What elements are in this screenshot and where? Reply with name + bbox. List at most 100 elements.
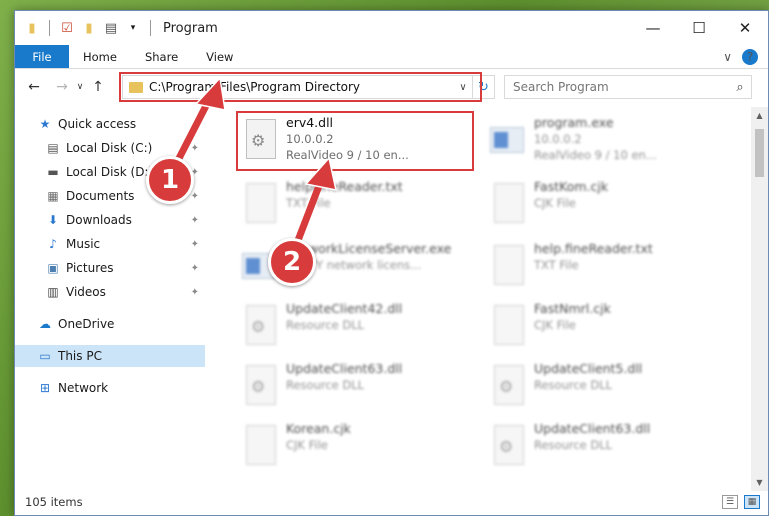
window-controls: — ☐ ✕ (630, 11, 768, 45)
close-button[interactable]: ✕ (722, 11, 768, 45)
file-item[interactable]: Korean.cjk CJK File (236, 419, 476, 479)
file-explorer-window: ▮ ☑ ▮ ▤ ▾ Program — ☐ ✕ File Home Share … (14, 10, 769, 516)
expand-ribbon-icon[interactable]: ∨ (723, 50, 732, 64)
window-title: Program (163, 20, 218, 36)
address-dropdown-icon[interactable]: ∨ (454, 82, 472, 93)
documents-icon: ▦ (47, 189, 59, 203)
recent-locations-button[interactable]: ∨ (73, 76, 87, 98)
sidebar-item-pictures[interactable]: ▣ Pictures ✦ (15, 257, 205, 279)
file-item[interactable]: ⚙ UpdateClient63.dll Resource DLL (484, 419, 724, 479)
pin-icon: ✦ (190, 286, 199, 298)
scroll-up-icon[interactable]: ▲ (751, 107, 768, 124)
pin-icon: ✦ (190, 262, 199, 274)
details-view-icon[interactable]: ☰ (722, 495, 738, 509)
drive-icon: ▬ (47, 165, 59, 179)
title-bar: ▮ ☑ ▮ ▤ ▾ Program — ☐ ✕ (15, 11, 768, 45)
status-bar: 105 items ☰ ▦ (15, 489, 768, 515)
tab-share[interactable]: Share (131, 45, 192, 68)
file-type: CJK File (534, 318, 576, 332)
file-item[interactable]: FastKom.cjk CJK File (484, 177, 724, 237)
file-type: CJK File (534, 196, 576, 210)
ribbon-tabs: File Home Share View ∨ ? (15, 45, 768, 69)
sidebar-item-label: Network (58, 381, 109, 395)
document-icon (242, 183, 278, 227)
download-icon: ⬇ (47, 213, 59, 227)
sidebar-item-downloads[interactable]: ⬇ Downloads ✦ (15, 209, 205, 231)
back-button[interactable]: ← (23, 76, 45, 98)
file-item[interactable]: program.exe 10.0.0.2 RealVideo 9 / 10 en… (484, 113, 724, 173)
tab-view[interactable]: View (192, 45, 247, 68)
refresh-icon[interactable]: ↻ (472, 76, 494, 98)
file-type: Resource DLL (534, 378, 613, 392)
quick-access-toolbar: ▮ ☑ ▮ ▤ ▾ (23, 19, 155, 37)
file-item[interactable]: help.fineReader.txt TXT File (484, 239, 724, 299)
search-input[interactable] (513, 80, 729, 94)
file-item[interactable]: helpFineReader.txt TXT File (236, 177, 476, 237)
tab-home[interactable]: Home (69, 45, 131, 68)
sidebar-item-label: Downloads (66, 213, 132, 227)
help-icon[interactable]: ? (742, 48, 758, 65)
folder-icon: ▮ (28, 20, 36, 36)
videos-icon: ▥ (47, 285, 59, 299)
sidebar-item-music[interactable]: ♪ Music ✦ (15, 233, 205, 255)
sidebar-item-label: Quick access (58, 117, 137, 131)
file-type: Resource DLL (286, 318, 365, 332)
sidebar-item-label: Local Disk (D:) (66, 165, 154, 179)
drive-icon: ▤ (47, 141, 59, 155)
toolbar-dropdown-icon[interactable]: ▾ (124, 19, 142, 37)
view-toggle: ☰ ▦ (722, 495, 760, 509)
address-bar[interactable]: C:\Program Files\Program Directory ∨ ↻ (122, 75, 495, 99)
sidebar-item-quick-access[interactable]: ★ Quick access (15, 113, 205, 135)
file-name: program.exe (534, 115, 614, 130)
file-item[interactable]: ⚙ UpdateClient42.dll Resource DLL (236, 299, 476, 359)
item-count: 105 items (25, 495, 83, 509)
file-item[interactable]: ⚙ UpdateClient63.dll Resource DLL (236, 359, 476, 419)
sidebar-item-network[interactable]: ⊞ Network (15, 377, 205, 399)
forward-button[interactable]: → (51, 76, 73, 98)
file-type: CJK File (286, 438, 328, 452)
file-name: UpdateClient63.dll (534, 421, 651, 436)
sidebar-item-label: Music (66, 237, 101, 251)
maximize-button[interactable]: ☐ (676, 11, 722, 45)
document-icon (490, 245, 526, 289)
customize-toolbar-icon[interactable]: ▤ (102, 19, 120, 37)
sidebar-item-label: This PC (58, 349, 102, 363)
scrollbar-thumb[interactable] (755, 129, 764, 177)
large-icons-view-icon[interactable]: ▦ (744, 495, 760, 509)
sidebar-item-local-disk-c[interactable]: ▤ Local Disk (C:) ✦ (15, 137, 205, 159)
up-button[interactable]: ↑ (87, 76, 109, 98)
minimize-button[interactable]: — (630, 11, 676, 45)
folder-icon (129, 81, 143, 93)
network-icon: ⊞ (39, 381, 51, 395)
file-item[interactable]: FastNmrl.cjk CJK File (484, 299, 724, 359)
tab-file[interactable]: File (15, 45, 69, 68)
step-1-badge: 1 (146, 156, 194, 204)
new-folder-icon[interactable]: ▮ (80, 19, 98, 37)
sidebar-item-label: Videos (66, 285, 106, 299)
ribbon-right-controls: ∨ ? (723, 45, 768, 68)
file-version: 10.0.0.2 (534, 132, 582, 146)
search-box[interactable]: ⌕ (504, 75, 752, 99)
sidebar-item-videos[interactable]: ▥ Videos ✦ (15, 281, 205, 303)
vertical-scrollbar[interactable]: ▲ ▼ (751, 107, 768, 491)
star-icon: ★ (39, 117, 51, 131)
step-2-badge: 2 (268, 238, 316, 286)
search-icon[interactable]: ⌕ (729, 80, 751, 95)
sidebar-item-label: OneDrive (58, 317, 115, 331)
pictures-icon: ▣ (47, 261, 59, 275)
sidebar-item-this-pc[interactable]: ▭ This PC (15, 345, 205, 367)
file-list: ⚙ erv4.dll 10.0.0.2 RealVideo 9 / 10 en.… (220, 107, 742, 487)
sidebar-item-label: Pictures (66, 261, 114, 275)
sidebar-item-onedrive[interactable]: ☁ OneDrive (15, 313, 205, 335)
title-divider (150, 20, 151, 36)
properties-icon[interactable]: ☑ (58, 19, 76, 37)
dll-file-icon: ⚙ (242, 305, 278, 349)
file-name: UpdateClient5.dll (534, 361, 643, 376)
file-name: UpdateClient42.dll (286, 301, 403, 316)
dll-file-icon: ⚙ (490, 365, 526, 409)
document-icon (490, 305, 526, 349)
file-item[interactable]: ⚙ UpdateClient5.dll Resource DLL (484, 359, 724, 419)
address-path[interactable]: C:\Program Files\Program Directory (149, 80, 454, 94)
sidebar-item-label: Local Disk (C:) (66, 141, 153, 155)
file-type: Resource DLL (286, 378, 365, 392)
